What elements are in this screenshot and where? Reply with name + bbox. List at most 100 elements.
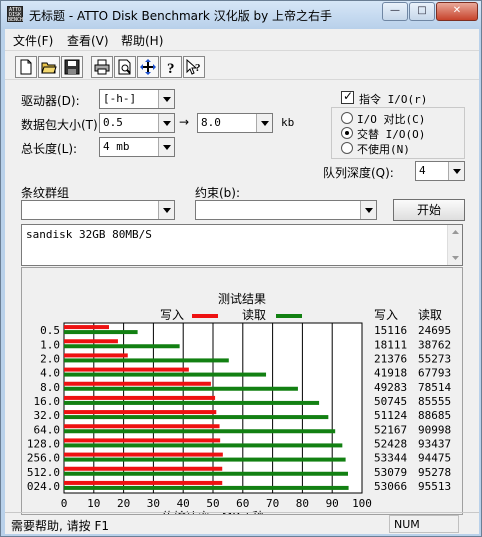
drive-label: 驱动器(D): (21, 94, 80, 108)
y-tick-label: 64.0 (34, 423, 61, 436)
transfer-to-select[interactable]: 8.0 (197, 113, 273, 133)
neither-radio[interactable] (341, 142, 353, 154)
chevron-down-icon[interactable] (158, 90, 174, 108)
write-value: 49283 (374, 381, 407, 394)
write-bar (64, 353, 128, 358)
y-tick-label: 024.0 (27, 480, 60, 493)
x-tick-label: 80 (296, 497, 309, 510)
print-preview-icon[interactable] (114, 56, 136, 78)
read-value: 24695 (418, 324, 451, 337)
write-bar (64, 480, 223, 485)
transfer-unit: kb (281, 116, 295, 129)
help-icon[interactable]: ? (160, 56, 182, 78)
client-area: 文件(F) 查看(V) 帮助(H) ? ? 驱动器(D): [-h-] 数据包大… (5, 29, 479, 534)
x-tick-label: 60 (236, 497, 249, 510)
legend-read-label: 读取 (242, 308, 266, 322)
constraint-select[interactable] (195, 200, 377, 220)
queue-depth-select[interactable]: 4 (415, 161, 465, 181)
stripe-group-label: 条纹群组 (21, 186, 70, 200)
table-header-write: 写入 (374, 308, 398, 322)
transfer-from-select[interactable]: 0.5 (99, 113, 175, 133)
write-value: 53344 (374, 452, 407, 465)
chevron-down-icon[interactable] (158, 114, 174, 132)
menu-view[interactable]: 查看(V) (67, 32, 109, 49)
write-value: 18111 (374, 338, 407, 351)
write-bar (64, 452, 223, 457)
drive-select[interactable]: [-h-] (99, 89, 175, 109)
y-tick-label: 8.0 (40, 381, 60, 394)
menu-file[interactable]: 文件(F) (13, 32, 53, 49)
write-bar (64, 395, 216, 400)
svg-text:?: ? (195, 62, 201, 74)
context-help-icon[interactable]: ? (183, 56, 205, 78)
read-value: 88685 (418, 409, 451, 422)
chevron-down-icon[interactable] (448, 162, 464, 180)
y-tick-label: 16.0 (34, 395, 61, 408)
move-cross-icon[interactable] (137, 56, 159, 78)
start-button[interactable]: 开始 (393, 199, 465, 221)
read-value: 78514 (418, 381, 451, 394)
maximize-button[interactable]: □ (409, 2, 435, 21)
status-help-text: 需要帮助, 请按 F1 (11, 519, 109, 533)
write-value: 53079 (374, 466, 407, 479)
transfer-from-value: 0.5 (103, 116, 123, 129)
chevron-down-icon[interactable] (256, 114, 272, 132)
y-tick-label: 4.0 (40, 367, 60, 380)
y-tick-label: 512.0 (27, 466, 60, 479)
direct-io-checkbox[interactable]: ✓ (341, 89, 354, 104)
read-bar (64, 344, 180, 349)
chart-title: 测试结果 (218, 291, 266, 306)
notes-text: sandisk 32GB 80MB/S (26, 228, 152, 241)
svg-text:?: ? (167, 61, 175, 75)
chevron-down-icon[interactable] (360, 201, 376, 219)
write-bar (64, 367, 189, 372)
title-bar[interactable]: ATTO DISK BENCH 无标题 - ATTO Disk Benchmar… (1, 1, 481, 29)
read-value: 67793 (418, 367, 451, 380)
notes-textarea[interactable]: sandisk 32GB 80MB/S (21, 224, 463, 266)
toolbar: ? ? (5, 50, 479, 80)
close-button[interactable]: ✕ (436, 2, 478, 21)
total-length-select[interactable]: 4 mb (99, 137, 175, 157)
write-value: 21376 (374, 352, 407, 365)
x-tick-label: 40 (177, 497, 190, 510)
read-bar (64, 457, 346, 462)
read-bar (64, 358, 229, 363)
read-bar (64, 386, 298, 391)
read-bar (64, 415, 329, 420)
table-header-read: 读取 (418, 308, 442, 322)
total-length-value: 4 mb (103, 140, 130, 153)
results-chart: 测试结果写入读取写入读取0102030405060708090100传输速率 -… (27, 291, 452, 524)
minimize-button[interactable]: — (382, 2, 408, 21)
write-bar (64, 466, 223, 471)
write-bar (64, 410, 217, 415)
write-value: 41918 (374, 367, 407, 380)
atto-app-icon: ATTO DISK BENCH (7, 6, 24, 23)
app-window: ATTO DISK BENCH 无标题 - ATTO Disk Benchmar… (0, 0, 482, 537)
queue-depth-label: 队列深度(Q): (323, 166, 394, 180)
stripe-group-select[interactable] (21, 200, 175, 220)
io-compare-radio[interactable] (341, 112, 353, 124)
transfer-size-label: 数据包大小(T): (21, 118, 102, 132)
read-value: 95513 (418, 480, 451, 493)
write-value: 50745 (374, 395, 407, 408)
x-tick-label: 100 (352, 497, 372, 510)
read-value: 90998 (418, 423, 451, 436)
open-folder-icon[interactable] (38, 56, 60, 78)
new-file-icon[interactable] (15, 56, 37, 78)
write-bar (64, 325, 109, 330)
notes-scrollbar[interactable] (447, 225, 462, 265)
menu-help[interactable]: 帮助(H) (121, 32, 163, 49)
overlapped-io-radio[interactable] (341, 127, 353, 139)
checkmark-icon: ✓ (343, 89, 354, 103)
status-bar: 需要帮助, 请按 F1 NUM (5, 512, 479, 534)
read-value: 55273 (418, 352, 451, 365)
save-disk-icon[interactable] (61, 56, 83, 78)
y-tick-label: 1.0 (40, 338, 60, 351)
read-value: 93437 (418, 437, 451, 450)
x-tick-label: 20 (117, 497, 130, 510)
chevron-down-icon[interactable] (158, 201, 174, 219)
chevron-down-icon[interactable] (158, 138, 174, 156)
print-icon[interactable] (91, 56, 113, 78)
read-bar (64, 429, 336, 434)
x-tick-label: 10 (87, 497, 100, 510)
